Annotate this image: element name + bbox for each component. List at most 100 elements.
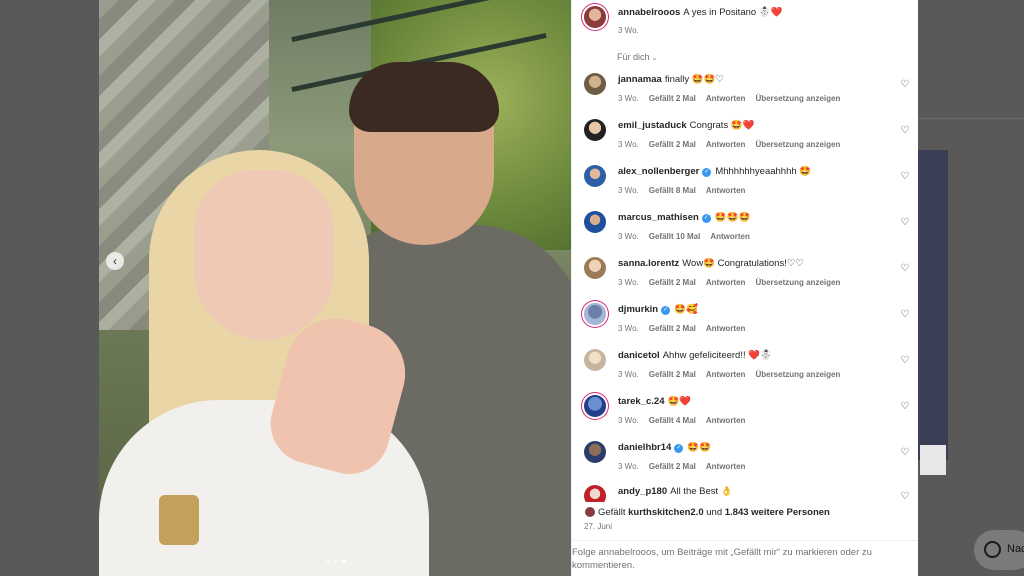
comment-username[interactable]: tarek_c.24 <box>618 396 664 407</box>
translate-button[interactable]: Übersetzung anzeigen <box>755 140 840 149</box>
translate-button[interactable]: Übersetzung anzeigen <box>755 278 840 287</box>
commenter-avatar[interactable] <box>584 349 606 371</box>
background-post-thumbnail <box>918 150 948 475</box>
comment-like-count[interactable]: Gefällt 10 Mal <box>649 232 701 241</box>
caption-username[interactable]: annabelrooos <box>618 7 680 18</box>
likes-summary: Gefällt kurthskitchen2.0 und 1.843 weite… <box>572 502 918 540</box>
like-comment-heart-icon[interactable]: ♡ <box>899 171 911 183</box>
commenter-avatar[interactable] <box>584 485 606 502</box>
comment-username[interactable]: djmurkin <box>618 304 658 315</box>
comment-line: djmurkin ✓ 🤩🥰 <box>618 304 698 315</box>
reply-button[interactable]: Antworten <box>706 462 746 471</box>
comment-row: sanna.lorentz Wow🤩 Congratulations!♡♡ 3 Wo… <box>572 254 919 300</box>
like-comment-heart-icon[interactable]: ♡ <box>899 447 911 459</box>
likes-middle: und <box>706 507 723 518</box>
woman-face <box>194 170 334 340</box>
reply-button[interactable]: Antworten <box>706 278 746 287</box>
comment-like-count[interactable]: Gefällt 2 Mal <box>649 140 696 149</box>
comment-time: 3 Wo. <box>618 416 639 425</box>
comment-text: Wow🤩 Congratulations!♡♡ <box>682 258 804 269</box>
comment-meta: 3 Wo. Gefällt 2 Mal Antworten Übersetzung a… <box>618 278 850 287</box>
comment-meta: 3 Wo. Gefällt 2 Mal Antworten Übersetzung a… <box>618 140 850 149</box>
comment-like-count[interactable]: Gefällt 2 Mal <box>649 94 696 103</box>
like-comment-heart-icon[interactable]: ♡ <box>899 309 911 321</box>
comment-row: emil_justaduck Congrats 🤩❤️ 3 Wo. Gefällt 2… <box>572 116 919 162</box>
messages-bubble-label: Nac <box>1007 543 1024 555</box>
comment-line: andy_p180 All the Best 👌 <box>618 486 733 497</box>
chevron-left-icon: ‹ <box>113 254 117 268</box>
reply-button[interactable]: Antworten <box>706 94 746 103</box>
commenter-avatar[interactable] <box>584 165 606 187</box>
background-divider <box>918 118 1024 119</box>
comment-like-count[interactable]: Gefällt 2 Mal <box>649 324 696 333</box>
comment-text: 🤩❤️ <box>667 396 692 407</box>
like-comment-heart-icon[interactable]: ♡ <box>899 79 911 91</box>
commenter-avatar[interactable] <box>584 395 606 417</box>
like-comment-heart-icon[interactable]: ♡ <box>899 401 911 413</box>
comment-meta: 3 Wo. Gefällt 10 Mal Antworten <box>618 232 760 241</box>
like-comment-heart-icon[interactable]: ♡ <box>899 125 911 137</box>
man-hair <box>349 62 499 132</box>
commenter-avatar[interactable] <box>584 119 606 141</box>
carousel-dot <box>326 559 330 563</box>
translate-button[interactable]: Übersetzung anzeigen <box>755 370 840 379</box>
translate-button[interactable]: Übersetzung anzeigen <box>755 94 840 103</box>
comment-like-count[interactable]: Gefällt 8 Mal <box>649 186 696 195</box>
likes-line: Gefällt kurthskitchen2.0 und 1.843 weite… <box>598 507 830 518</box>
like-comment-heart-icon[interactable]: ♡ <box>899 217 911 229</box>
comment-row: danicetol Ahhw gefeliciteerd!! ❤️☃️ 3 Wo. G… <box>572 346 919 392</box>
comment-like-count[interactable]: Gefällt 2 Mal <box>649 370 696 379</box>
comment-username[interactable]: danielhbr14 <box>618 442 671 453</box>
likes-others-link[interactable]: 1.843 weitere Personen <box>725 507 830 518</box>
comment-username[interactable]: alex_nollenberger <box>618 166 699 177</box>
likes-user-link[interactable]: kurthskitchen2.0 <box>628 507 704 518</box>
like-comment-heart-icon[interactable]: ♡ <box>899 263 911 275</box>
commenter-avatar[interactable] <box>584 441 606 463</box>
comment-username[interactable]: jannamaa <box>618 74 662 85</box>
reply-button[interactable]: Antworten <box>706 140 746 149</box>
comment-time: 3 Wo. <box>618 232 639 241</box>
comment-like-count[interactable]: Gefällt 4 Mal <box>649 416 696 425</box>
post-photo[interactable] <box>99 0 571 576</box>
comment-username[interactable]: marcus_mathisen <box>618 212 699 223</box>
comment-username[interactable]: sanna.lorentz <box>618 258 679 269</box>
filter-label: Für dich <box>617 52 650 62</box>
commenter-avatar[interactable] <box>584 73 606 95</box>
comment-like-count[interactable]: Gefällt 2 Mal <box>649 462 696 471</box>
messages-bubble[interactable]: Nac <box>974 530 1024 570</box>
caption-line: annabelrooos A yes in Positano ☃️❤️ <box>618 7 782 18</box>
comment-row: djmurkin ✓ 🤩🥰 3 Wo. Gefällt 2 Mal Antworten ♡ <box>572 300 919 346</box>
comment-meta: 3 Wo. Gefällt 2 Mal Antworten Übersetzung a… <box>618 94 850 103</box>
comment-meta: 3 Wo. Gefällt 2 Mal Antworten <box>618 324 755 333</box>
comment-filter-dropdown[interactable]: Für dich ⌄ <box>617 52 657 62</box>
comment-username[interactable]: emil_justaduck <box>618 120 687 131</box>
reply-button[interactable]: Antworten <box>706 324 746 333</box>
comment-like-count[interactable]: Gefällt 2 Mal <box>649 278 696 287</box>
comment-line: marcus_mathisen ✓ 🤩🤩🤩 <box>618 212 750 223</box>
comment-meta: 3 Wo. Gefällt 4 Mal Antworten <box>618 416 755 425</box>
chevron-down-icon: ⌄ <box>651 55 658 62</box>
like-comment-heart-icon[interactable]: ♡ <box>899 491 911 502</box>
reply-button[interactable]: Antworten <box>710 232 750 241</box>
comment-time: 3 Wo. <box>618 186 639 195</box>
carousel-indicator <box>326 559 346 563</box>
likes-prefix: Gefällt <box>598 507 626 518</box>
commenter-avatar[interactable] <box>584 257 606 279</box>
verified-badge-icon: ✓ <box>702 168 712 177</box>
comment-row: jannamaa finally 🤩🤩♡ 3 Wo. Gefällt 2 Mal Ant… <box>572 70 919 116</box>
comments-scroll-area[interactable]: annabelrooos A yes in Positano ☃️❤️ 3 Wo.… <box>572 0 919 502</box>
comment-time: 3 Wo. <box>618 94 639 103</box>
reply-button[interactable]: Antworten <box>706 370 746 379</box>
comment-username[interactable]: danicetol <box>618 350 660 361</box>
commenter-avatar[interactable] <box>584 211 606 233</box>
like-comment-heart-icon[interactable]: ♡ <box>899 355 911 367</box>
previous-photo-button[interactable]: ‹ <box>106 252 124 270</box>
reply-button[interactable]: Antworten <box>706 186 746 195</box>
login-prompt-text[interactable]: Folge annabelrooos, um Beiträge mit „Gef… <box>572 546 902 572</box>
comment-time: 3 Wo. <box>618 462 639 471</box>
wrist-watch <box>159 495 199 545</box>
commenter-avatar[interactable] <box>584 303 606 325</box>
reply-button[interactable]: Antworten <box>706 416 746 425</box>
author-avatar[interactable] <box>584 6 606 28</box>
comment-username[interactable]: andy_p180 <box>618 486 667 497</box>
